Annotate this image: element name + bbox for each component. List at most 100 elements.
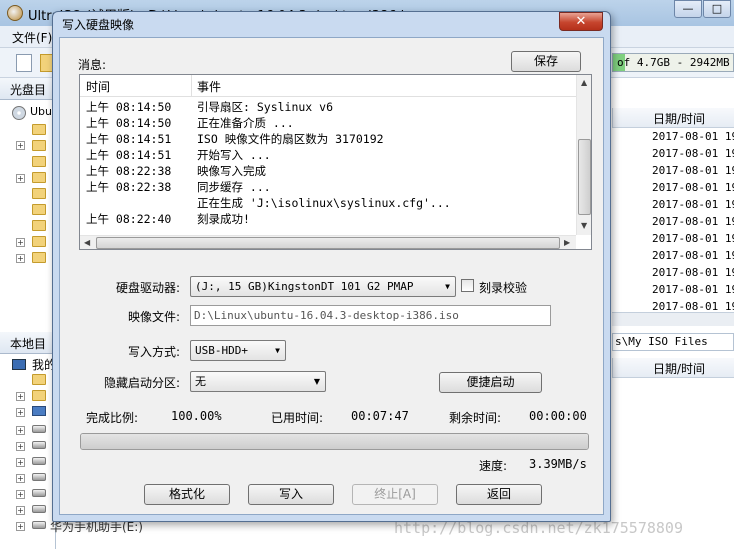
- log-row[interactable]: 上午 08:14:50 引导扇区: Syslinux v6: [80, 99, 576, 115]
- drive-icon[interactable]: [32, 489, 46, 497]
- speed-value: 3.39MB/s: [529, 457, 587, 471]
- local-date-column-header[interactable]: 日期/时间: [612, 358, 734, 378]
- expand-icon[interactable]: +: [16, 174, 25, 183]
- folder-icon[interactable]: [32, 188, 46, 199]
- date-cell: 2017-08-01 19:: [652, 164, 734, 177]
- folder-icon[interactable]: [32, 390, 46, 401]
- expand-icon[interactable]: +: [16, 506, 25, 515]
- scroll-thumb[interactable]: [578, 139, 591, 215]
- expand-icon[interactable]: +: [16, 490, 25, 499]
- log-row[interactable]: 上午 08:22:38 同步缓存 ...: [80, 179, 576, 195]
- folder-icon[interactable]: [32, 156, 46, 167]
- maximize-button[interactable]: □: [703, 0, 731, 18]
- expand-icon[interactable]: +: [16, 408, 25, 417]
- scroll-up-icon[interactable]: ▲: [581, 78, 587, 87]
- back-button[interactable]: 返回: [456, 484, 542, 505]
- drive-icon[interactable]: [32, 425, 46, 433]
- hidden-partition-label: 隐藏启动分区:: [104, 376, 181, 390]
- log-horizontal-scrollbar[interactable]: ◀ ▶: [80, 235, 576, 249]
- log-row[interactable]: 上午 08:14:51 开始写入 ...: [80, 147, 576, 163]
- log-row[interactable]: 上午 08:14:50 正在准备介质 ...: [80, 115, 576, 131]
- abort-button[interactable]: 终止[A]: [352, 484, 438, 505]
- log-row[interactable]: 上午 08:22:40 刻录成功!: [80, 211, 576, 227]
- expand-icon[interactable]: +: [16, 522, 25, 531]
- message-log: 时间 事件 上午 08:14:50 引导扇区: Syslinux v6 上午 08:…: [79, 74, 592, 250]
- new-file-icon[interactable]: [16, 54, 32, 72]
- chevron-down-icon: ▼: [313, 377, 320, 386]
- expand-icon[interactable]: +: [16, 426, 25, 435]
- disc-size-indicator: of 4.7GB - 2942MB free: [612, 53, 734, 72]
- menu-file[interactable]: 文件(F): [12, 29, 52, 46]
- expand-icon[interactable]: +: [16, 442, 25, 451]
- progress-fill: [81, 434, 588, 449]
- folder-icon[interactable]: [32, 374, 46, 385]
- maximize-icon: □: [711, 2, 723, 15]
- scroll-right-icon[interactable]: ▶: [564, 238, 570, 247]
- verify-label[interactable]: 刻录校验: [479, 279, 527, 296]
- write-mode-select[interactable]: USB-HDD+ ▼: [190, 340, 286, 361]
- log-time: 上午 08:14:50: [86, 116, 172, 130]
- expand-icon[interactable]: +: [16, 458, 25, 467]
- log-event: 正在准备介质 ...: [197, 116, 294, 130]
- verify-checkbox[interactable]: [461, 279, 474, 292]
- chevron-down-icon: ▼: [445, 282, 450, 291]
- date-cell: 2017-08-01 19:: [652, 232, 734, 245]
- folder-icon[interactable]: [32, 172, 46, 183]
- speed-label: 速度:: [479, 459, 508, 473]
- date-cell: 2017-08-01 19:: [652, 130, 734, 143]
- computer-icon: [12, 359, 26, 370]
- drive-icon[interactable]: [32, 457, 46, 465]
- drive-label: 硬盘驱动器:: [116, 281, 181, 295]
- file-list-scrollbar[interactable]: [612, 312, 734, 326]
- folder-icon[interactable]: [32, 252, 46, 263]
- folder-icon[interactable]: [32, 124, 46, 135]
- expand-icon[interactable]: +: [16, 392, 25, 401]
- log-event-header[interactable]: 事件: [197, 78, 221, 95]
- write-button[interactable]: 写入: [248, 484, 334, 505]
- log-time-header[interactable]: 时间: [86, 78, 110, 95]
- folder-icon[interactable]: [32, 140, 46, 151]
- folder-icon[interactable]: [32, 236, 46, 247]
- image-file-field[interactable]: D:\Linux\ubuntu-16.04.3-desktop-i386.iso: [190, 305, 551, 326]
- format-button[interactable]: 格式化: [144, 484, 230, 505]
- log-row[interactable]: 上午 08:22:38 映像写入完成: [80, 163, 576, 179]
- dialog-body: 消息: 保存 时间 事件 上午 08:14:50 引导扇区: Syslinux v…: [59, 37, 604, 515]
- quick-boot-button[interactable]: 便捷启动: [439, 372, 542, 393]
- expand-icon[interactable]: +: [16, 141, 25, 150]
- scroll-left-icon[interactable]: ◀: [84, 238, 90, 247]
- log-time: 上午 08:14:51: [86, 148, 172, 162]
- dialog-close-button[interactable]: ✕: [559, 12, 603, 31]
- elapsed-label: 已用时间:: [271, 411, 324, 425]
- expand-icon[interactable]: +: [16, 238, 25, 247]
- drive-icon[interactable]: [32, 521, 46, 529]
- desktop-icon[interactable]: [32, 406, 46, 416]
- log-event: 映像写入完成: [197, 164, 266, 178]
- log-time: 上午 08:22:38: [86, 180, 172, 194]
- date-cell: 2017-08-01 19:: [652, 266, 734, 279]
- minimize-icon: —: [682, 2, 694, 15]
- scroll-down-icon[interactable]: ▼: [581, 221, 587, 230]
- drive-icon[interactable]: [32, 473, 46, 481]
- drive-icon[interactable]: [32, 441, 46, 449]
- log-vertical-scrollbar[interactable]: ▲ ▼: [576, 75, 591, 235]
- disc-directory-header: 光盘目: [0, 78, 56, 100]
- log-row[interactable]: 上午 08:14:51 ISO 映像文件的扇区数为 3170192: [80, 131, 576, 147]
- hidden-partition-select[interactable]: 无 ▼: [190, 371, 326, 392]
- folder-icon[interactable]: [32, 204, 46, 215]
- drive-icon[interactable]: [32, 505, 46, 513]
- log-header: 时间 事件: [80, 75, 576, 97]
- local-path-field[interactable]: s\My ISO Files: [612, 333, 734, 351]
- chevron-down-icon: ▼: [275, 346, 280, 355]
- save-button[interactable]: 保存: [511, 51, 581, 72]
- dialog-title: 写入硬盘映像: [62, 18, 135, 32]
- expand-icon[interactable]: +: [16, 254, 25, 263]
- expand-icon[interactable]: +: [16, 474, 25, 483]
- drive-select[interactable]: (J:, 15 GB)KingstonDT 101 G2 PMAP ▼: [190, 276, 456, 297]
- scroll-thumb[interactable]: [96, 237, 560, 249]
- date-column-header[interactable]: 日期/时间: [612, 108, 734, 128]
- minimize-button[interactable]: —: [674, 0, 702, 18]
- log-event: 刻录成功!: [197, 212, 250, 226]
- log-row[interactable]: 正在生成 'J:\isolinux\syslinux.cfg'...: [80, 195, 576, 211]
- folder-icon[interactable]: [32, 220, 46, 231]
- hidden-partition-value: 无: [195, 375, 206, 388]
